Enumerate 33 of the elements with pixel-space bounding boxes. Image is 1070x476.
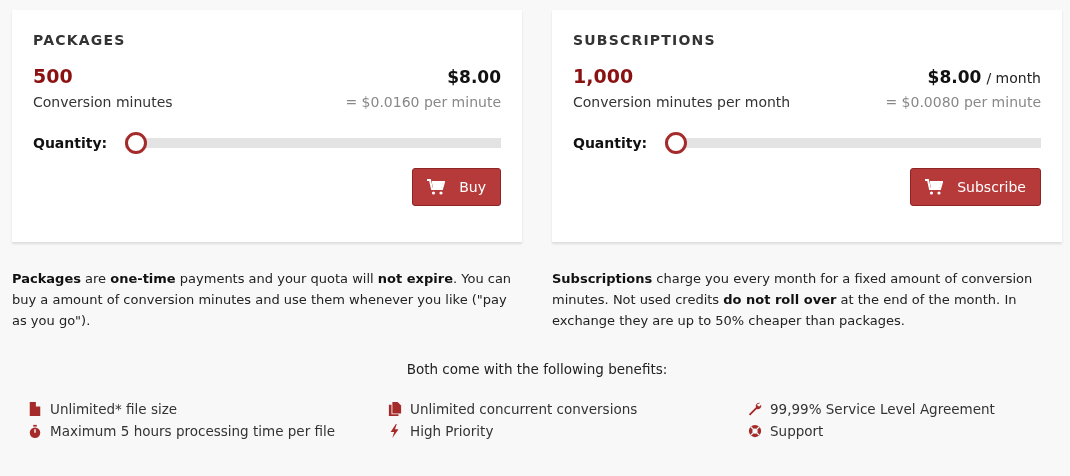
files-icon xyxy=(388,402,402,416)
stopwatch-icon xyxy=(28,424,42,438)
price-period: / month xyxy=(986,70,1041,86)
price: $8.00 xyxy=(447,67,501,87)
wrench-icon xyxy=(748,402,762,416)
file-icon xyxy=(28,402,42,416)
slider-thumb[interactable] xyxy=(125,132,147,154)
cart-icon xyxy=(925,179,944,195)
quantity-label: Quantity: xyxy=(33,135,109,151)
benefits-heading: Both come with the following benefits: xyxy=(405,361,669,377)
card-title: SUBSCRIPTIONS xyxy=(573,32,717,48)
benefit-text: 99,99% Service Level Agreement xyxy=(770,401,995,417)
benefit-text: Support xyxy=(770,423,824,439)
price: $8.00 xyxy=(927,67,982,87)
lifebuoy-icon xyxy=(748,424,762,438)
benefit-text: Unlimited concurrent conversions xyxy=(410,401,638,417)
minutes-label: Conversion minutes xyxy=(33,94,173,110)
minutes-amount: 1,000 xyxy=(573,65,634,87)
benefit-text: Unlimited* file size xyxy=(50,401,178,417)
benefit-text: High Priority xyxy=(410,423,494,439)
minutes-label: Conversion minutes per month xyxy=(573,94,791,110)
plan-description: Subscriptions charge you every month for a fixed amount of conversion minutes. Not used credits do not roll over at the end of the month. In exchange they are up to 50% cheaper than packages. xyxy=(552,270,1034,330)
buy-button[interactable]: Buy xyxy=(412,168,501,206)
plan-description: Packages are one-time payments and your quota will not expire. You can buy a amount of conversion minutes and use them whenever you like ("pay as you go"). xyxy=(12,270,513,330)
per-minute-price: = $0.0160 per minute xyxy=(345,94,501,110)
buy-button[interactable]: Subscribe xyxy=(910,168,1041,206)
minutes-amount: 500 xyxy=(33,65,73,87)
benefit-text: Maximum 5 hours processing time per file xyxy=(50,423,336,439)
cart-icon xyxy=(427,179,446,195)
slider-thumb[interactable] xyxy=(665,132,687,154)
per-minute-price: = $0.0080 per minute xyxy=(885,94,1041,110)
card-title: PACKAGES xyxy=(33,32,127,48)
quantity-label: Quantity: xyxy=(573,135,649,151)
